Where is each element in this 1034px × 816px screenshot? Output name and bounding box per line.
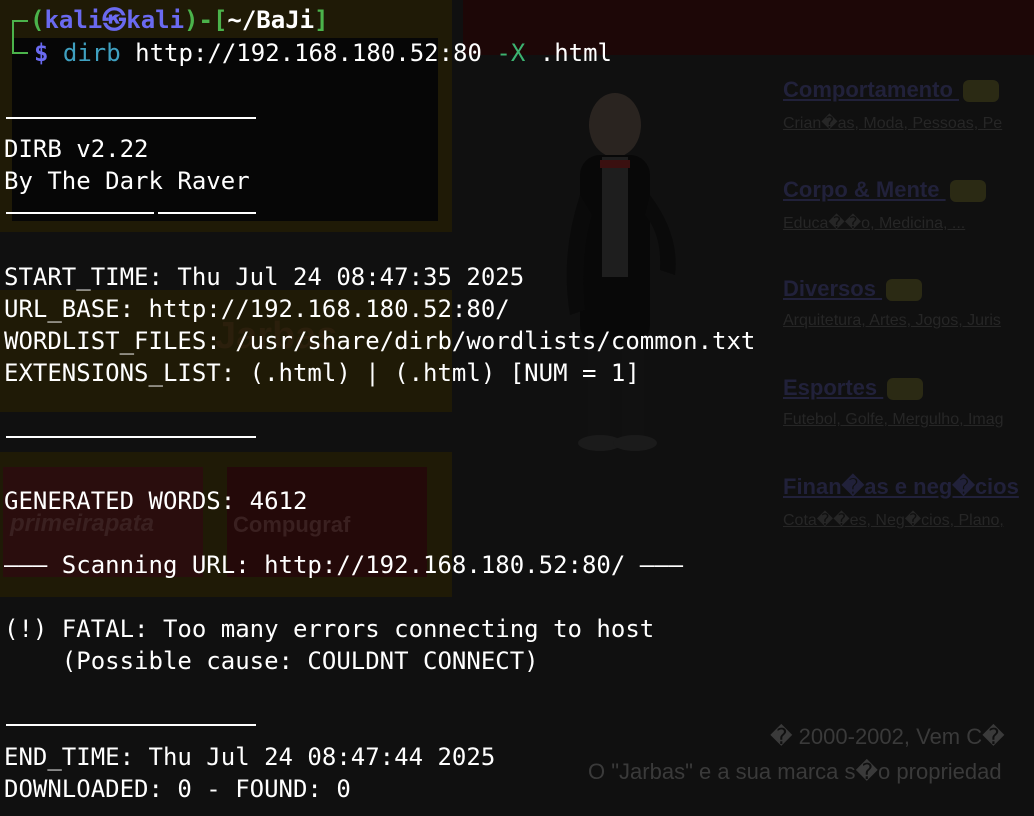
- separator: [158, 212, 256, 214]
- separator: [6, 724, 256, 726]
- url-base: URL_BASE: http://192.168.180.52:80/: [4, 295, 510, 323]
- kali-icon: ㉿: [102, 6, 127, 34]
- dirb-author: By The Dark Raver: [4, 167, 250, 195]
- separator: [6, 117, 256, 119]
- scanning-url: ——— Scanning URL: http://192.168.180.52:…: [4, 551, 684, 579]
- prompt-line: (kali㉿kali)-[~/BaJi]: [30, 4, 329, 36]
- command-line[interactable]: $ dirb http://192.168.180.52:80 -X .html: [34, 37, 612, 69]
- download-summary: DOWNLOADED: 0 - FOUND: 0: [4, 775, 351, 803]
- command-option-value: .html: [539, 39, 612, 67]
- separator: [6, 436, 256, 438]
- fatal-cause: (Possible cause: COULDNT CONNECT): [4, 647, 539, 675]
- prompt-symbol: $: [34, 39, 49, 67]
- prompt-path: ~/BaJi: [227, 6, 315, 34]
- extensions-list: EXTENSIONS_LIST: (.html) | (.html) [NUM …: [4, 359, 640, 387]
- prompt-close: ]: [314, 6, 329, 34]
- wordlist-files: WORDLIST_FILES: /usr/share/dirb/wordlist…: [4, 327, 756, 355]
- end-time: END_TIME: Thu Jul 24 08:47:44 2025: [4, 743, 496, 771]
- start-time: START_TIME: Thu Jul 24 08:47:35 2025: [4, 263, 525, 291]
- prompt-mid: )-[: [184, 6, 228, 34]
- command-name: dirb: [62, 39, 121, 67]
- dirb-version: DIRB v2.22: [4, 135, 149, 163]
- generated-words: GENERATED WORDS: 4612: [4, 487, 308, 515]
- separator: [6, 212, 154, 214]
- prompt-frame-bottom: [12, 36, 28, 54]
- command-url: http://192.168.180.52:80: [135, 39, 482, 67]
- command-option: -X: [496, 39, 526, 67]
- prompt-host: kali: [126, 6, 185, 34]
- prompt-user: kali: [44, 6, 103, 34]
- fatal-error: (!) FATAL: Too many errors connecting to…: [4, 615, 655, 643]
- terminal-output[interactable]: (kali㉿kali)-[~/BaJi] $ dirb http://192.1…: [0, 0, 1034, 816]
- prompt-open: (: [30, 6, 45, 34]
